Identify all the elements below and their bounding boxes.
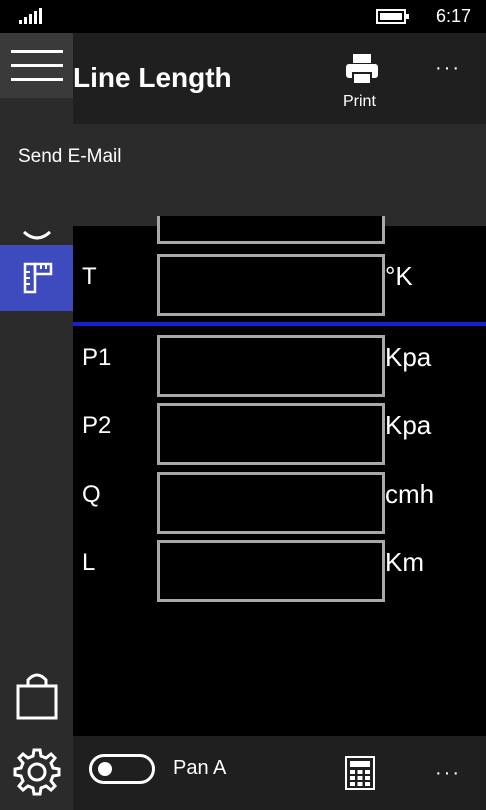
signal-strength-icon: [19, 8, 42, 24]
field-label-q: Q: [82, 481, 101, 508]
hamburger-icon: [10, 49, 63, 81]
print-label: Print: [343, 93, 376, 110]
page-title: Line Length: [73, 62, 232, 93]
field-label-p2: P2: [82, 412, 112, 439]
overflow-menu: Send E-Mail: [0, 124, 486, 226]
bottom-app-bar: Pan A ···: [73, 736, 486, 810]
input-field-q[interactable]: [157, 472, 385, 534]
field-unit-q: cmh: [385, 479, 435, 509]
section-divider: [73, 322, 486, 326]
field-unit-t: °K: [385, 261, 413, 291]
more-options-bottom-button[interactable]: ···: [435, 762, 461, 785]
nav-item-line-length[interactable]: [0, 245, 73, 311]
menu-item-send-email[interactable]: Send E-Mail: [18, 146, 122, 168]
pan-toggle-switch[interactable]: [89, 754, 155, 784]
input-field-l[interactable]: [157, 540, 385, 602]
shopping-bag-icon: [16, 673, 57, 720]
calculator-form: T °K P1 Kpa P2 Kpa Q cmh L Km: [73, 216, 486, 736]
calculator-icon[interactable]: [345, 756, 375, 790]
input-field-p2[interactable]: [157, 403, 385, 465]
more-options-button[interactable]: ···: [435, 57, 461, 80]
field-unit-p1: Kpa: [385, 342, 432, 372]
toggle-knob: [98, 762, 112, 776]
printer-icon: [346, 54, 378, 85]
clock: 6:17: [436, 6, 472, 26]
field-unit-p2: Kpa: [385, 410, 432, 440]
nav-item-store[interactable]: [0, 659, 73, 733]
toggle-label: Pan A: [173, 757, 227, 779]
field-label-p1: P1: [82, 344, 112, 371]
hamburger-menu-button[interactable]: [0, 33, 73, 98]
circle-icon: [22, 230, 51, 240]
input-field-t[interactable]: [157, 254, 385, 316]
field-label-t: T: [82, 263, 97, 290]
field-unit-l: Km: [385, 547, 424, 577]
status-bar: 6:17: [0, 0, 486, 33]
print-button[interactable]: Print: [338, 53, 388, 119]
app-bar: Line Length Print ···: [73, 33, 486, 124]
ruler-icon: [23, 262, 52, 294]
battery-icon: [376, 9, 409, 24]
nav-item-settings[interactable]: [0, 733, 73, 810]
gear-icon: [13, 748, 60, 795]
input-field-p1[interactable]: [157, 335, 385, 397]
field-label-l: L: [82, 549, 96, 576]
input-field-partial[interactable]: [157, 216, 385, 244]
